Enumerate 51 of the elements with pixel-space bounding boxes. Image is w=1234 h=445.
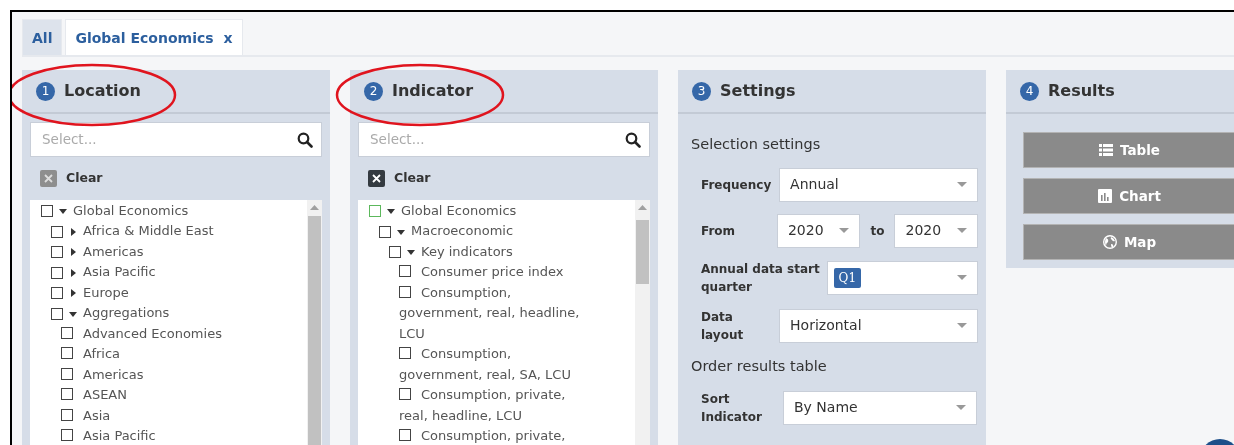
- search-field[interactable]: Select...: [358, 122, 650, 157]
- field-label: to: [870, 222, 885, 240]
- tree-item[interactable]: Macroeconomic: [379, 221, 514, 242]
- search-input[interactable]: Select...: [368, 128, 625, 151]
- tag: Q1: [833, 268, 862, 289]
- tree-item[interactable]: Asia Pacific: [61, 426, 262, 445]
- field-label: Data layout: [701, 308, 745, 344]
- panel-title: Indicator: [392, 80, 474, 102]
- close-icon[interactable]: x: [223, 30, 233, 46]
- clear-button[interactable]: Clear: [368, 169, 431, 188]
- search-input[interactable]: Select...: [40, 128, 297, 151]
- tree-item[interactable]: Consumption, private,: [399, 426, 590, 445]
- tree-item[interactable]: Key indicators: [389, 241, 513, 263]
- tree-item[interactable]: Europe: [51, 282, 129, 304]
- panel-title: Results: [1048, 80, 1115, 102]
- dropdown[interactable]: 2020: [894, 213, 978, 248]
- dropdown[interactable]: Annual: [779, 167, 978, 202]
- step-number: 4: [1020, 81, 1039, 101]
- field-label: Sort Indicator: [701, 390, 763, 426]
- field-label: From: [701, 222, 737, 240]
- step-number: 2: [364, 81, 383, 101]
- dropdown[interactable]: 2020: [776, 213, 861, 248]
- dropdown[interactable]: Horizontal: [779, 308, 978, 343]
- field-label: Annual data start quarter: [701, 260, 821, 296]
- step-number: 1: [36, 81, 55, 101]
- tab[interactable]: Global Economics x: [65, 19, 243, 55]
- tree-item[interactable]: Global Economics: [41, 200, 189, 222]
- search-field[interactable]: Select...: [30, 122, 322, 157]
- tree-item[interactable]: Asia Pacific: [51, 262, 156, 283]
- dropdown[interactable]: By Name: [783, 390, 977, 425]
- tree-item[interactable]: Asia: [61, 405, 262, 427]
- section-heading: Order results table: [691, 356, 828, 376]
- tree-item[interactable]: ASEAN: [61, 385, 262, 406]
- panel-title: Settings: [720, 80, 796, 102]
- multi-select[interactable]: Q1: [826, 260, 978, 295]
- tree-item[interactable]: Global Economics: [369, 200, 517, 222]
- panel-title: Location: [64, 80, 141, 102]
- tree-item[interactable]: Americas: [51, 241, 144, 263]
- tree-item[interactable]: Consumption, government, real, SA, LCU: [399, 344, 590, 386]
- tree-item[interactable]: Aggregations: [51, 303, 170, 324]
- tab[interactable]: All: [22, 19, 63, 55]
- tree-item[interactable]: Americas: [61, 364, 262, 386]
- section-heading: Selection settings: [691, 135, 822, 154]
- tree-item[interactable]: Consumption, government, real, headline, LCU: [399, 282, 590, 345]
- tree-item[interactable]: Consumption, private, real, headline, LCU: [399, 385, 590, 427]
- field-label: Frequency: [701, 176, 773, 194]
- tree-item[interactable]: Consumer price index: [399, 262, 590, 283]
- tree-item[interactable]: Advanced Economies: [61, 323, 262, 345]
- step-number: 3: [692, 81, 711, 101]
- tree-item[interactable]: Africa & Middle East: [51, 221, 214, 242]
- tree-item[interactable]: Africa: [61, 344, 262, 365]
